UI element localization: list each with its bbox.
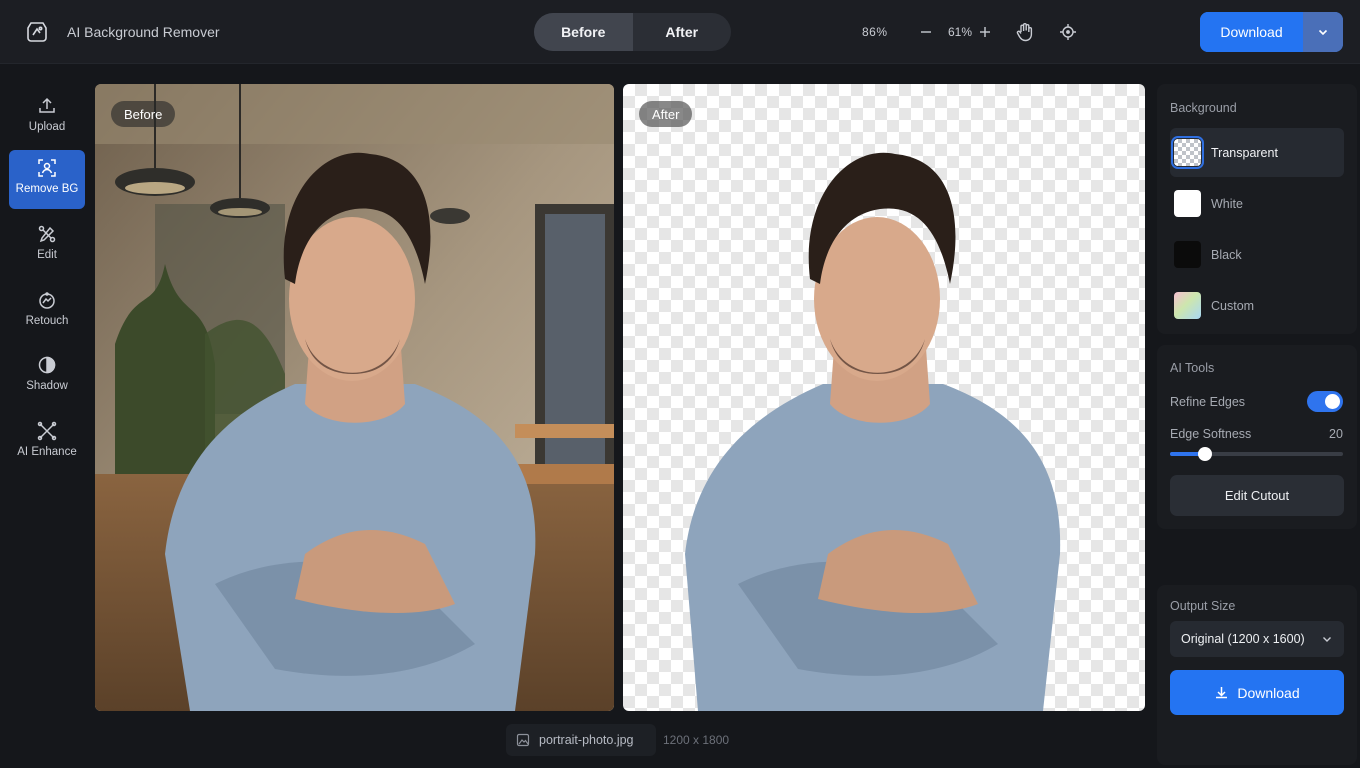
before-image-panel[interactable]: Before bbox=[95, 84, 614, 711]
minus-icon[interactable] bbox=[919, 25, 933, 39]
sidebar-item-label: Upload bbox=[28, 121, 66, 133]
top-bar: AI Background Remover Before After 86% 6… bbox=[0, 0, 1360, 64]
download-output-label: Download bbox=[1237, 684, 1300, 701]
person-after bbox=[685, 152, 1061, 711]
before-photo bbox=[95, 84, 614, 711]
bg-option-transparent[interactable]: Transparent bbox=[1170, 128, 1344, 177]
bg-option-label: White bbox=[1211, 196, 1243, 211]
app-title: AI Background Remover bbox=[67, 24, 220, 40]
sidebar-item-retouch[interactable]: Retouch bbox=[9, 282, 85, 341]
sidebar-item-upload[interactable]: Upload bbox=[9, 88, 85, 147]
sidebar-item-ai-enhance[interactable]: AI Enhance bbox=[9, 413, 85, 472]
after-image-panel[interactable]: After bbox=[623, 84, 1145, 711]
bg-option-custom[interactable]: Custom bbox=[1170, 281, 1344, 330]
edge-softness-value: 20 bbox=[1329, 427, 1343, 441]
toggle-knob bbox=[1325, 394, 1340, 409]
plus-icon[interactable] bbox=[978, 25, 992, 39]
shadow-icon bbox=[38, 356, 56, 374]
sidebar-item-label: AI Enhance bbox=[17, 446, 77, 458]
ai-enhance-icon bbox=[37, 421, 57, 441]
bg-option-white[interactable]: White bbox=[1170, 179, 1344, 228]
sidebar-item-remove-bg[interactable]: Remove BG bbox=[9, 150, 85, 209]
sidebar-item-edit[interactable]: Edit bbox=[9, 216, 85, 275]
remove-bg-icon bbox=[38, 159, 56, 177]
image-file-icon bbox=[516, 733, 530, 747]
view-toggle: Before After bbox=[534, 13, 731, 51]
after-photo bbox=[685, 152, 1061, 711]
edit-icon bbox=[38, 225, 56, 243]
retouch-icon bbox=[39, 292, 55, 309]
sidebar-item-label: Remove BG bbox=[15, 183, 79, 195]
edge-softness-slider[interactable] bbox=[1170, 447, 1343, 461]
refine-edges-label: Refine Edges bbox=[1170, 395, 1246, 409]
download-options-button[interactable] bbox=[1303, 12, 1343, 52]
sidebar-item-label: Retouch bbox=[25, 315, 69, 327]
zoom-level: 61% bbox=[948, 25, 973, 39]
black-swatch bbox=[1174, 241, 1201, 268]
download-split-button: Download bbox=[1200, 12, 1343, 52]
crop-icon[interactable] bbox=[1057, 21, 1079, 43]
output-size-title: Output Size bbox=[1170, 599, 1236, 613]
download-output-button[interactable]: Download bbox=[1170, 670, 1344, 715]
zoom-readout[interactable]: 86% bbox=[862, 25, 888, 39]
edit-cutout-button[interactable]: Edit Cutout bbox=[1170, 475, 1344, 516]
bg-option-label: Custom bbox=[1211, 298, 1255, 313]
hand-icon[interactable] bbox=[1014, 21, 1036, 43]
app-logo-icon[interactable] bbox=[25, 20, 49, 44]
download-button[interactable]: Download bbox=[1200, 12, 1303, 52]
background-panel: Background Transparent White Black Custo… bbox=[1157, 84, 1357, 334]
sidebar-item-shadow[interactable]: Shadow bbox=[9, 347, 85, 406]
upload-icon bbox=[39, 97, 55, 113]
bg-option-label: Black bbox=[1211, 247, 1242, 262]
file-name: portrait-photo.jpg bbox=[539, 733, 634, 747]
chevron-down-icon bbox=[1318, 29, 1328, 36]
sidebar-item-label: Shadow bbox=[26, 380, 68, 392]
edge-softness-label: Edge Softness bbox=[1170, 427, 1252, 441]
view-after-button[interactable]: After bbox=[633, 13, 732, 51]
file-dimensions: 1200 x 1800 bbox=[663, 733, 730, 747]
before-tag: Before bbox=[111, 101, 176, 127]
after-tag: After bbox=[639, 101, 693, 127]
transparent-swatch bbox=[1171, 136, 1204, 169]
chevron-down-icon bbox=[1323, 637, 1331, 642]
custom-swatch bbox=[1174, 292, 1201, 319]
background-title: Background bbox=[1170, 101, 1237, 115]
sidebar-item-label: Edit bbox=[37, 249, 57, 261]
slider-handle[interactable] bbox=[1197, 447, 1212, 461]
ai-tools-title: AI Tools bbox=[1170, 361, 1215, 375]
download-icon bbox=[1216, 687, 1228, 699]
refine-edges-toggle[interactable] bbox=[1307, 391, 1343, 412]
file-chip[interactable]: portrait-photo.jpg bbox=[506, 724, 656, 756]
output-size-value: Original (1200 x 1600) bbox=[1181, 632, 1305, 646]
white-swatch bbox=[1174, 190, 1201, 217]
bg-option-black[interactable]: Black bbox=[1170, 230, 1344, 279]
output-size-select[interactable]: Original (1200 x 1600) bbox=[1170, 621, 1344, 657]
tool-sidebar: Upload Remove BG Edit Retouch Shadow AI … bbox=[0, 64, 92, 768]
view-before-button[interactable]: Before bbox=[534, 13, 633, 51]
bg-option-label: Transparent bbox=[1211, 145, 1278, 160]
